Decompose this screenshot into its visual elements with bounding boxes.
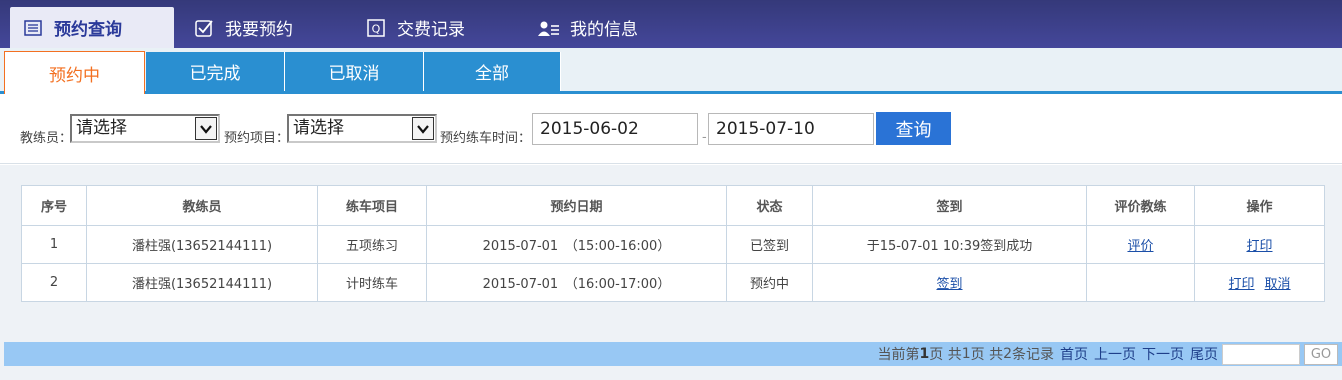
coach-select[interactable]: 请选择 bbox=[70, 114, 220, 143]
tab-cancelled[interactable]: 已取消 bbox=[285, 52, 424, 91]
receipt-icon: Q bbox=[365, 18, 387, 38]
coach-select-value: 请选择 bbox=[76, 118, 127, 138]
cell-coach: 潘柱强(13652144111) bbox=[86, 225, 318, 264]
pagination-bar: 当前第 1 页 共1页 共 2 条记录 首页 上一页 下一页 尾页 GO bbox=[4, 342, 1342, 366]
evaluate-link[interactable]: 评价 bbox=[1127, 239, 1153, 254]
date-from-input[interactable]: 2015-06-02 bbox=[532, 113, 698, 145]
cell-status: 已签到 bbox=[726, 225, 813, 264]
nav-tab-make-booking[interactable]: 我要预约 bbox=[193, 7, 343, 48]
cell-project: 五项练习 bbox=[317, 225, 427, 264]
cell-date: 2015-07-01 （16:00-17:00） bbox=[426, 263, 727, 302]
pager-prev-link[interactable]: 上一页 bbox=[1094, 344, 1136, 364]
pager-total-records: 2 bbox=[1003, 346, 1012, 362]
go-button[interactable]: GO bbox=[1304, 343, 1338, 365]
project-select[interactable]: 请选择 bbox=[287, 114, 437, 143]
checkbox-icon bbox=[193, 18, 215, 38]
nav-tab-label: 我要预约 bbox=[225, 20, 293, 40]
top-nav: 预约查询 我要预约 Q 交费记录 我的信息 bbox=[0, 0, 1342, 48]
chevron-down-icon bbox=[412, 117, 434, 140]
table-header-row: 序号 教练员 练车项目 预约日期 状态 签到 评价教练 操作 bbox=[21, 185, 1325, 226]
pager-last-link[interactable]: 尾页 bbox=[1190, 344, 1218, 364]
col-header-checkin: 签到 bbox=[812, 185, 1087, 226]
table-row: 1 潘柱强(13652144111) 五项练习 2015-07-01 （15:0… bbox=[21, 225, 1325, 264]
cell-checkin: 签到 bbox=[812, 263, 1087, 302]
table-row: 2 潘柱强(13652144111) 计时练车 2015-07-01 （16:0… bbox=[21, 263, 1325, 302]
col-header-status: 状态 bbox=[726, 185, 813, 226]
project-label: 预约项目： bbox=[224, 131, 290, 146]
cancel-link[interactable]: 取消 bbox=[1265, 277, 1291, 292]
project-select-value: 请选择 bbox=[293, 118, 344, 138]
tab-completed[interactable]: 已完成 bbox=[146, 52, 285, 91]
nav-tab-label: 交费记录 bbox=[397, 20, 465, 40]
cell-checkin: 于15-07-01 10:39签到成功 bbox=[812, 225, 1087, 264]
chevron-down-icon bbox=[195, 117, 217, 140]
cell-actions: 打印 bbox=[1194, 225, 1325, 264]
pager-current-page: 1 bbox=[919, 346, 930, 362]
time-label: 预约练车时间： bbox=[440, 131, 532, 146]
pager-prefix: 当前第 bbox=[877, 347, 920, 363]
cell-evaluate bbox=[1086, 263, 1195, 302]
nav-tab-booking-query[interactable]: 预约查询 bbox=[10, 7, 174, 48]
col-header-evaluate: 评价教练 bbox=[1086, 185, 1195, 226]
col-header-date: 预约日期 bbox=[426, 185, 727, 226]
nav-tab-label: 预约查询 bbox=[54, 20, 122, 40]
tab-all[interactable]: 全部 bbox=[424, 52, 561, 91]
col-header-coach: 教练员 bbox=[86, 185, 318, 226]
cell-coach: 潘柱强(13652144111) bbox=[86, 263, 318, 302]
cell-status: 预约中 bbox=[726, 263, 813, 302]
pager-first-link[interactable]: 首页 bbox=[1060, 344, 1088, 364]
coach-label: 教练员： bbox=[20, 131, 73, 146]
cell-date: 2015-07-01 （15:00-16:00） bbox=[426, 225, 727, 264]
svg-text:Q: Q bbox=[372, 22, 381, 35]
page-number-input[interactable] bbox=[1222, 343, 1300, 365]
col-header-actions: 操作 bbox=[1194, 185, 1325, 226]
cell-no: 1 bbox=[21, 225, 87, 264]
col-header-project: 练车项目 bbox=[317, 185, 427, 226]
pager-text: 页 共 bbox=[929, 347, 962, 363]
date-separator: - bbox=[702, 130, 707, 145]
pager-next-link[interactable]: 下一页 bbox=[1142, 344, 1184, 364]
pager-text: 页 共 bbox=[970, 347, 1004, 363]
user-icon bbox=[538, 18, 560, 38]
cell-evaluate: 评价 bbox=[1086, 225, 1195, 264]
cell-project: 计时练车 bbox=[317, 263, 427, 302]
cell-actions: 打印 取消 bbox=[1194, 263, 1325, 302]
pager-text: 条记录 bbox=[1012, 347, 1054, 363]
status-tab-bar: 预约中 已完成 已取消 全部 bbox=[0, 48, 1342, 94]
print-link[interactable]: 打印 bbox=[1228, 277, 1254, 292]
checkin-link[interactable]: 签到 bbox=[936, 277, 962, 292]
cell-no: 2 bbox=[21, 263, 87, 302]
nav-tab-my-info[interactable]: 我的信息 bbox=[538, 7, 688, 48]
date-to-input[interactable]: 2015-07-10 bbox=[708, 113, 874, 145]
booking-table: 序号 教练员 练车项目 预约日期 状态 签到 评价教练 操作 1 潘柱强(136… bbox=[21, 185, 1325, 302]
filter-bar: 教练员： 请选择 预约项目： 请选择 预约练车时间： 2015-06-02 - … bbox=[0, 94, 1342, 164]
col-header-no: 序号 bbox=[21, 185, 87, 226]
tab-in-progress[interactable]: 预约中 bbox=[4, 51, 145, 94]
query-button[interactable]: 查询 bbox=[876, 112, 951, 145]
list-icon bbox=[22, 18, 44, 38]
pager-total-pages: 1 bbox=[961, 346, 971, 362]
nav-tab-payment-records[interactable]: Q 交费记录 bbox=[365, 7, 515, 48]
nav-tab-label: 我的信息 bbox=[570, 20, 638, 40]
print-link[interactable]: 打印 bbox=[1246, 239, 1272, 254]
